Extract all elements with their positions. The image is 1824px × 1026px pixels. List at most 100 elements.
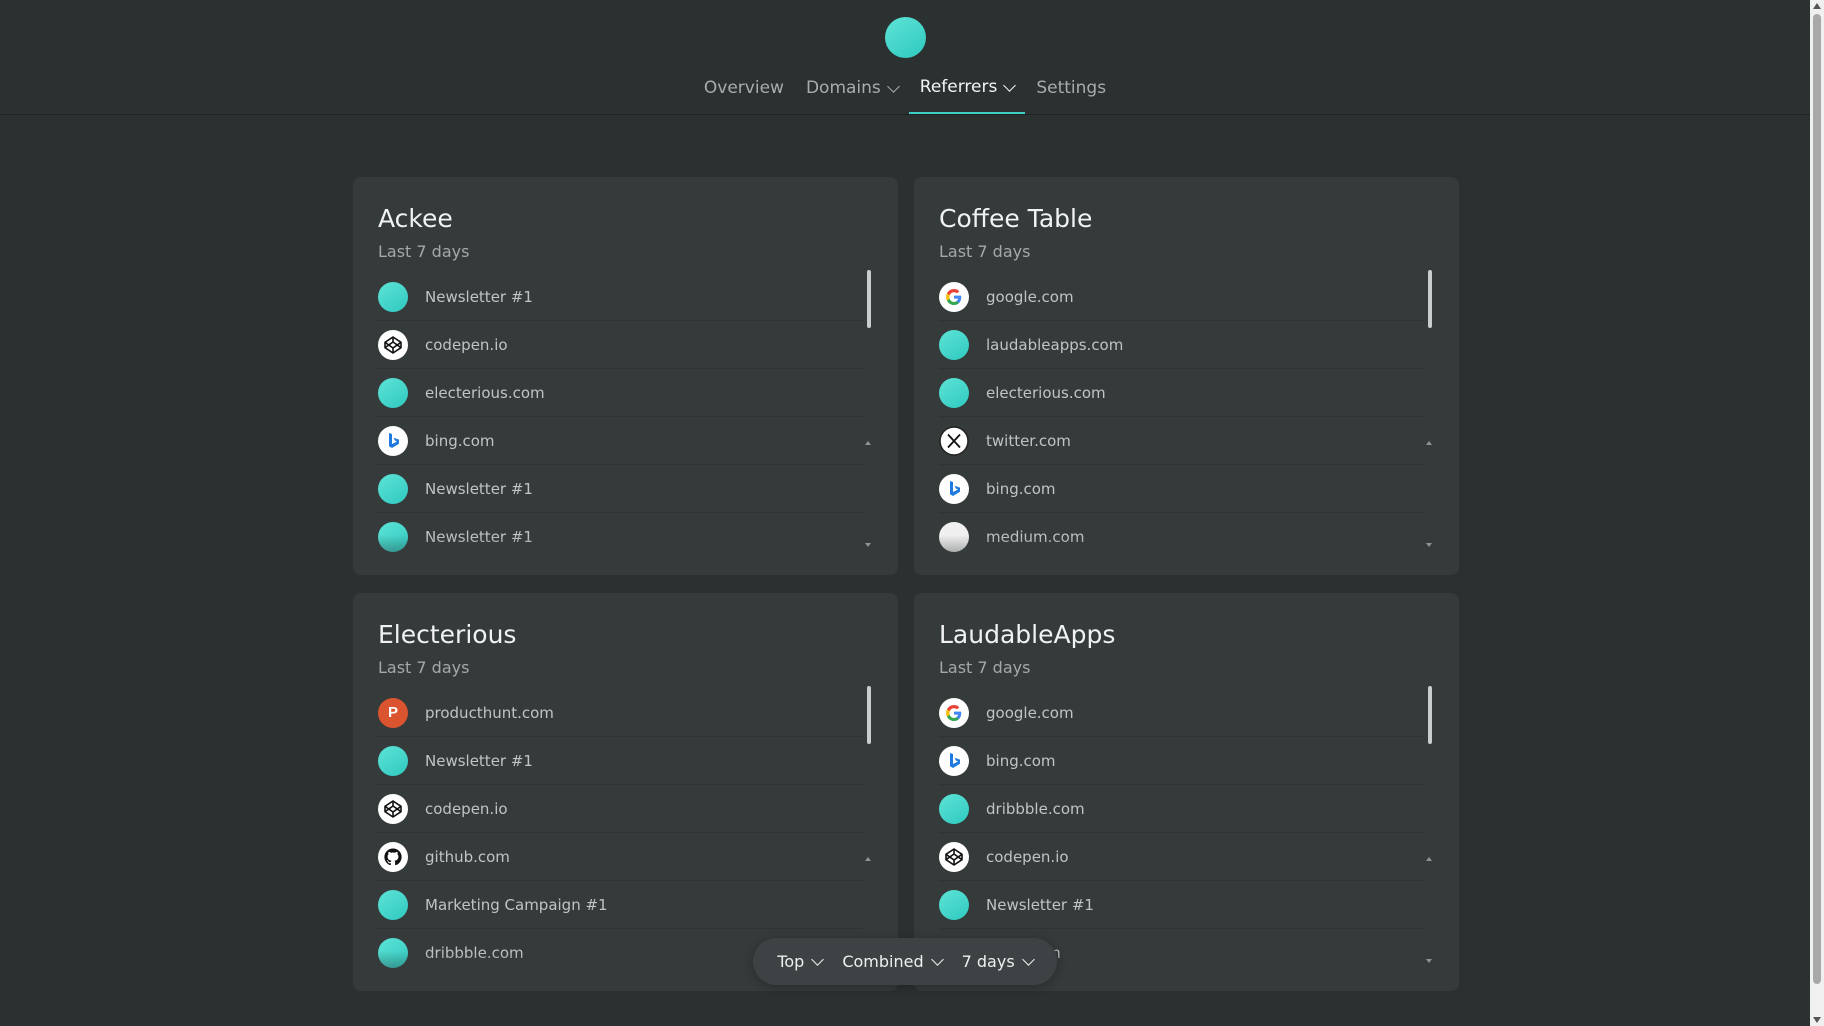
list-item[interactable]: google.com (939, 689, 1424, 737)
referrer-label: codepen.io (986, 847, 1069, 866)
card-laudableapps: LaudableApps Last 7 days google.com bing.… (914, 593, 1459, 991)
logo[interactable] (885, 17, 926, 58)
list-item[interactable]: Newsletter #1 (378, 737, 863, 785)
nav-domains[interactable]: Domains (795, 62, 909, 114)
list-item[interactable]: twitter.com (939, 417, 1424, 465)
list-item[interactable]: bing.com (939, 737, 1424, 785)
list-item[interactable]: codepen.io (378, 785, 863, 833)
list-item[interactable]: laudableapps.com (939, 321, 1424, 369)
scroll-down-arrow[interactable] (1426, 959, 1432, 963)
referrer-label: medium.com (986, 527, 1085, 546)
bing-icon (939, 473, 969, 504)
referrer-label: bing.com (986, 751, 1056, 770)
referrer-label: Newsletter #1 (425, 527, 533, 546)
card-title: Coffee Table (939, 204, 1093, 233)
referrer-label: Newsletter #1 (425, 751, 533, 770)
sorting-dropdown[interactable]: Top (777, 952, 825, 971)
list-item[interactable]: Newsletter #1 (378, 465, 863, 513)
type-label: Combined (842, 952, 924, 971)
scroll-up-arrow[interactable] (865, 857, 871, 861)
referrer-icon (378, 473, 408, 504)
referrer-label: bing.com (986, 479, 1056, 498)
list-item[interactable]: electerious.com (378, 369, 863, 417)
range-label: 7 days (961, 952, 1015, 971)
referrer-label: Newsletter #1 (425, 479, 533, 498)
scroll-down-arrow[interactable] (1813, 1017, 1821, 1023)
referrer-label: laudableapps.com (986, 335, 1124, 354)
referrer-icon (378, 937, 408, 968)
list-scrollbar[interactable] (867, 686, 871, 744)
producthunt-icon: P (378, 697, 408, 728)
referrer-label: github.com (425, 847, 510, 866)
card-title: LaudableApps (939, 620, 1116, 649)
list-scrollbar[interactable] (867, 270, 871, 328)
chevron-down-icon (1021, 953, 1035, 966)
referrer-label: dribbble.com (986, 799, 1085, 818)
referrer-icon (939, 329, 969, 360)
nav-settings-label: Settings (1036, 78, 1107, 98)
referrer-label: twitter.com (986, 431, 1071, 450)
scroll-up-arrow[interactable] (1813, 3, 1821, 9)
card-subtitle: Last 7 days (378, 242, 470, 261)
referrer-label: codepen.io (425, 335, 508, 354)
nav-domains-label: Domains (805, 78, 881, 98)
referrer-icon (939, 889, 969, 920)
scroll-up-arrow[interactable] (865, 441, 871, 445)
list-item[interactable]: dribbble.com (939, 785, 1424, 833)
referrer-list[interactable]: Newsletter #1 codepen.io electerious.com bi… (378, 273, 863, 556)
list-item[interactable]: github.com (378, 833, 863, 881)
referrer-label: google.com (986, 703, 1074, 722)
referrer-list[interactable]: google.com bing.com dribbble.com codepen.io… (939, 689, 1424, 972)
list-item[interactable]: electerious.com (939, 369, 1424, 417)
referrer-icon (378, 281, 408, 312)
list-item[interactable]: Newsletter #1 (378, 513, 863, 556)
chevron-down-icon (930, 953, 944, 966)
list-item[interactable]: bing.com (939, 465, 1424, 513)
nav-overview[interactable]: Overview (693, 62, 795, 114)
list-item[interactable]: medium.com (939, 513, 1424, 556)
bing-icon (378, 425, 408, 456)
nav-referrers[interactable]: Referrers (908, 62, 1026, 114)
referrer-list[interactable]: Pproducthunt.com Newsletter #1 codepen.io g… (378, 689, 863, 972)
list-item[interactable]: Pproducthunt.com (378, 689, 863, 737)
type-dropdown[interactable]: Combined (842, 952, 944, 971)
google-icon (939, 281, 969, 312)
referrer-list[interactable]: google.com laudableapps.com electerious.co… (939, 273, 1424, 556)
filter-bar: Top Combined 7 days (753, 938, 1057, 985)
header: Overview Domains Referrers Settings (0, 0, 1810, 115)
scroll-up-arrow[interactable] (1426, 857, 1432, 861)
list-item[interactable]: google.com (939, 273, 1424, 321)
github-icon (378, 841, 408, 872)
list-item[interactable]: Newsletter #1 (378, 273, 863, 321)
referrer-icon (939, 377, 969, 408)
card-ackee: Ackee Last 7 days Newsletter #1 codepen.i… (353, 177, 898, 575)
referrer-label: electerious.com (986, 383, 1106, 402)
page-scrollbar[interactable] (1810, 0, 1824, 1026)
card-electerious: Electerious Last 7 days Pproducthunt.com… (353, 593, 898, 991)
list-item[interactable]: bing.com (378, 417, 863, 465)
list-item[interactable]: codepen.io (378, 321, 863, 369)
list-item[interactable]: Marketing Campaign #1 (378, 881, 863, 929)
x-icon (939, 425, 969, 456)
range-dropdown[interactable]: 7 days (961, 952, 1035, 971)
codepen-icon (939, 841, 969, 872)
list-item[interactable]: codepen.io (939, 833, 1424, 881)
chevron-down-icon (811, 953, 825, 966)
list-item[interactable]: Newsletter #1 (939, 881, 1424, 929)
scroll-down-arrow[interactable] (1426, 543, 1432, 547)
scroll-down-arrow[interactable] (865, 543, 871, 547)
referrer-icon (378, 745, 408, 776)
card-title: Electerious (378, 620, 517, 649)
chevron-down-icon (1003, 78, 1017, 92)
list-scrollbar[interactable] (1428, 270, 1432, 328)
list-scrollbar[interactable] (1428, 686, 1432, 744)
card-subtitle: Last 7 days (378, 658, 470, 677)
nav-settings[interactable]: Settings (1025, 62, 1117, 114)
medium-icon (939, 521, 969, 552)
chevron-down-icon (886, 79, 900, 93)
card-coffee-table: Coffee Table Last 7 days google.com lauda… (914, 177, 1459, 575)
referrer-label: Newsletter #1 (986, 895, 1094, 914)
scroll-up-arrow[interactable] (1426, 441, 1432, 445)
nav-referrers-label: Referrers (919, 77, 998, 97)
page-scrollbar-thumb[interactable] (1813, 14, 1821, 984)
